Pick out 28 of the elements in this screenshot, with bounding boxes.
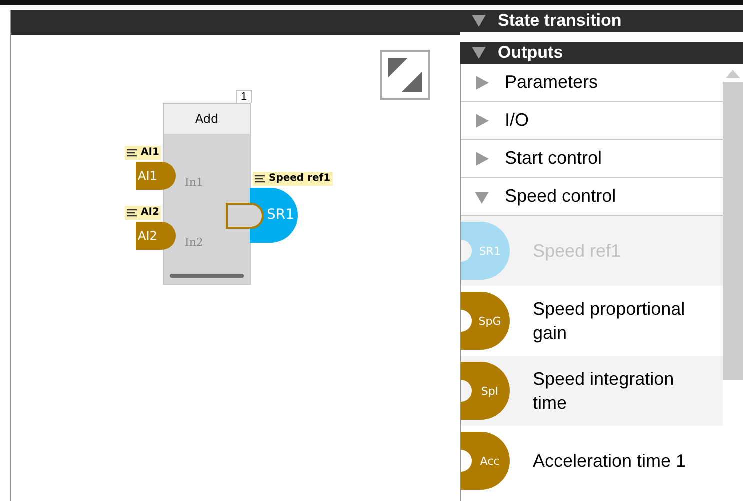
list-icon [255, 175, 265, 183]
port-icon: SpG [461, 292, 511, 350]
resize-icon[interactable] [380, 50, 430, 100]
port-icon: SR1 [461, 222, 511, 280]
variable-tag: AI1 [125, 146, 162, 160]
input-port[interactable]: AI1 [136, 162, 176, 190]
output-item[interactable]: SpG Speed proportional gain [461, 286, 723, 356]
output-item[interactable]: Acc Acceleration time 1 [461, 426, 723, 496]
variable-tag: AI2 [125, 206, 162, 220]
input-port[interactable]: AI2 [136, 222, 176, 250]
pin-label: In1 [185, 176, 204, 189]
category-item[interactable]: Start control [461, 140, 723, 178]
port-icon: Acc [461, 432, 511, 490]
list-icon [127, 149, 137, 157]
category-item[interactable]: Parameters [461, 64, 723, 102]
category-item[interactable]: I/O [461, 102, 723, 140]
block-number: 1 [236, 90, 252, 103]
port-icon: SpI [461, 362, 511, 420]
output-item[interactable]: SpI Speed integration time [461, 356, 723, 426]
section-header[interactable]: Outputs [460, 42, 743, 64]
pin-label: In2 [185, 236, 204, 249]
list-icon [127, 209, 137, 217]
scroll-up-icon[interactable] [726, 70, 740, 78]
output-socket [226, 203, 264, 229]
section-header[interactable]: State transition [460, 10, 743, 32]
block-title: Add [164, 104, 250, 134]
scrollbar-thumb[interactable] [723, 82, 743, 380]
variable-tag: Speed ref1 [253, 172, 333, 186]
